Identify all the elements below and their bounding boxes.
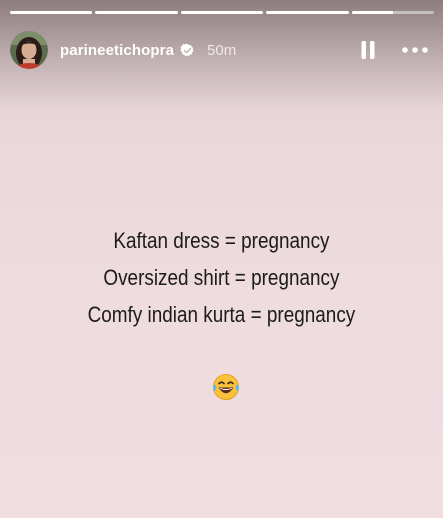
progress-segment [351, 11, 435, 14]
progress-segment [10, 11, 93, 14]
username[interactable]: parineetichopra [60, 42, 174, 59]
progress-segment [266, 11, 349, 14]
verified-badge-icon [180, 43, 195, 58]
progress-segment-fill [351, 11, 393, 14]
progress-segment-fill [266, 11, 349, 14]
progress-segment-fill [95, 11, 178, 14]
story-text-line: Kaftan dress = pregnancy [113, 228, 330, 253]
story-controls [356, 38, 434, 62]
more-horizontal-icon [402, 47, 428, 53]
more-options-button[interactable] [400, 38, 430, 62]
post-timestamp: 50m [207, 41, 237, 59]
story-text-line: Oversized shirt = pregnancy [103, 265, 340, 290]
progress-segment [180, 11, 264, 14]
laughing-emoji-icon [211, 372, 241, 402]
story-text-line: Comfy indian kurta = pregnancy [87, 302, 356, 327]
profile-avatar[interactable] [10, 31, 48, 69]
pause-button[interactable] [356, 38, 380, 62]
progress-segment-fill [180, 11, 264, 14]
progress-segment [95, 11, 178, 14]
story-header: parineetichopra 50m [10, 30, 434, 70]
pause-icon [361, 41, 375, 59]
story-progress-bar [10, 11, 435, 14]
avatar-image [10, 31, 48, 69]
story-text-block: Kaftan dress = pregnancy Oversized shirt… [31, 222, 412, 333]
progress-segment-fill [10, 11, 93, 14]
story-viewer[interactable]: parineetichopra 50m Kaftan dress = pregn… [0, 0, 443, 518]
